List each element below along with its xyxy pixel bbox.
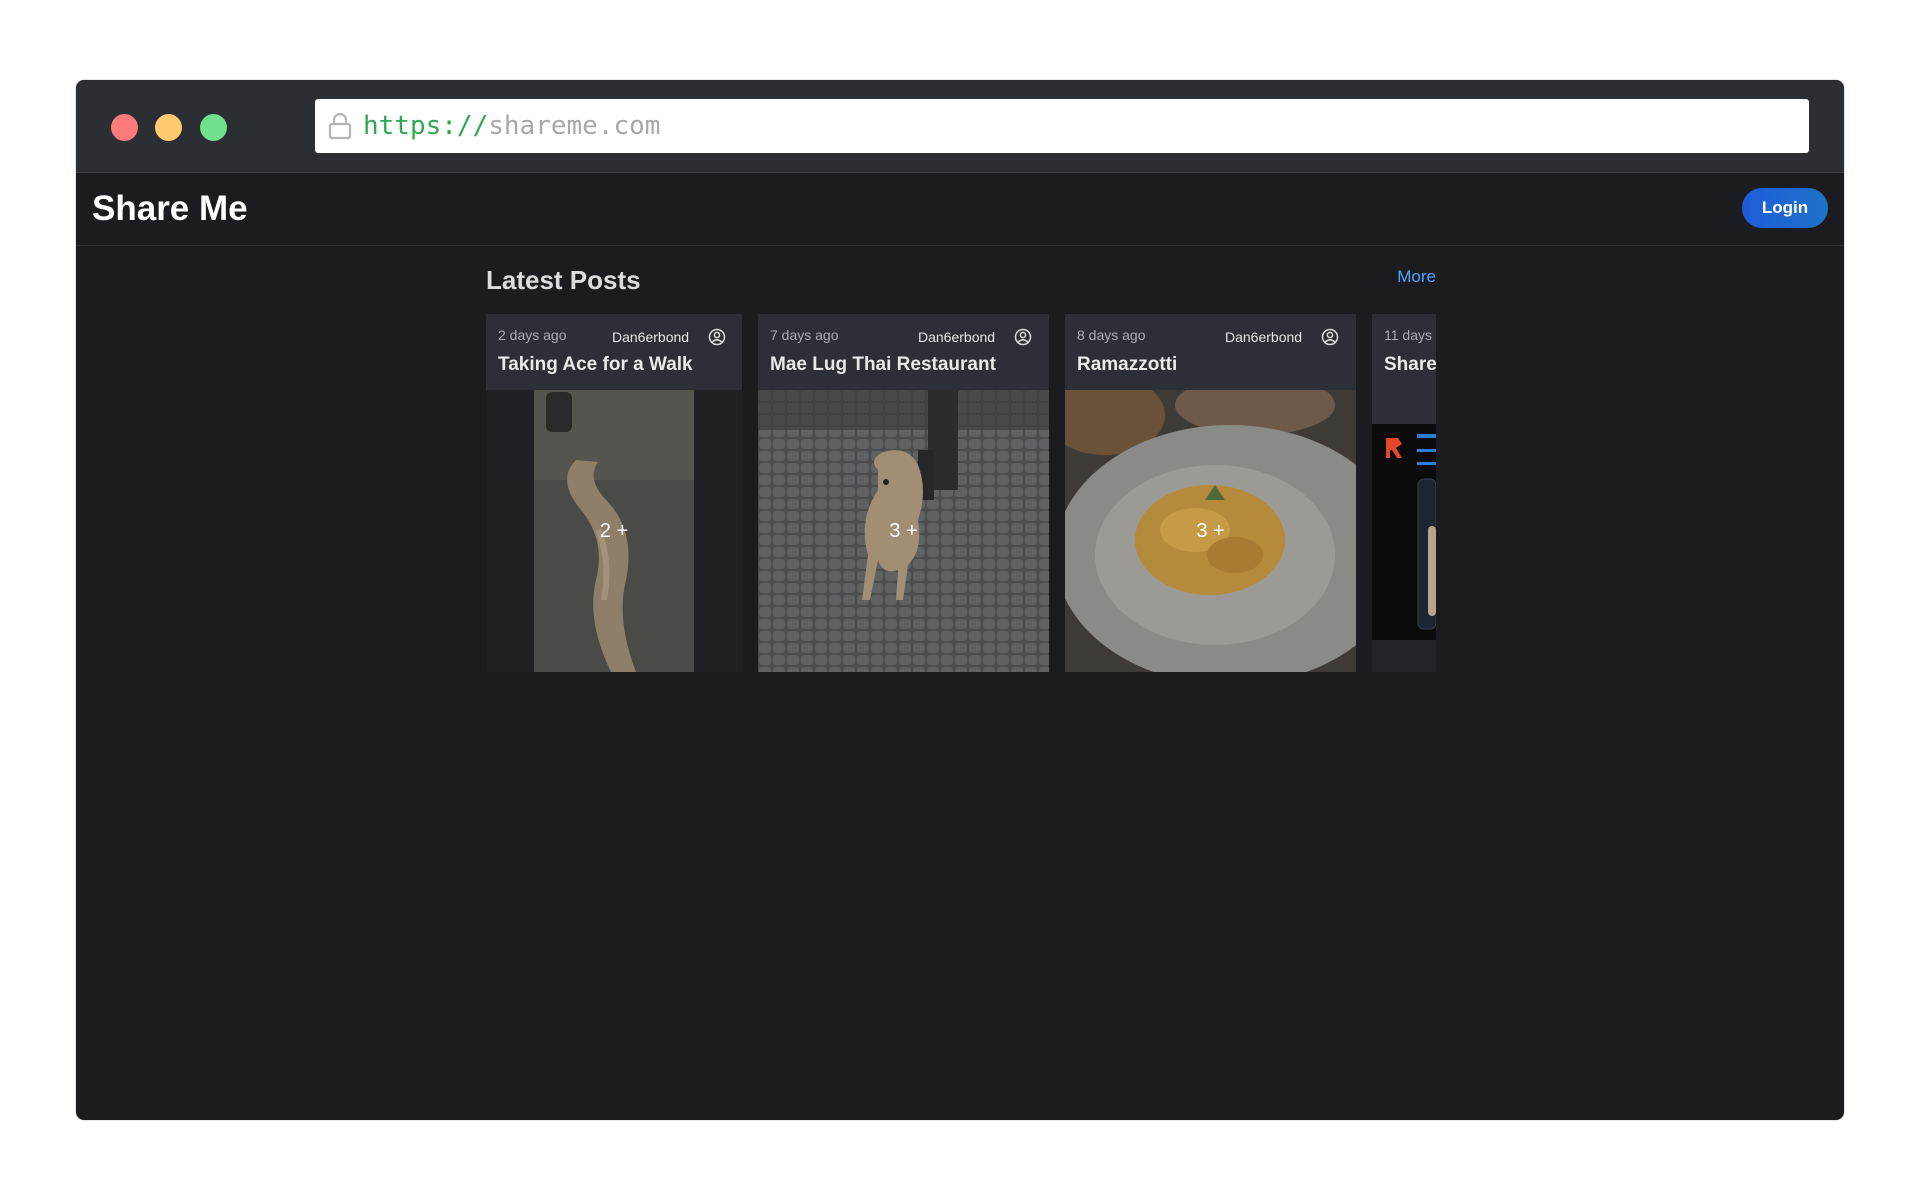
more-link[interactable]: More	[1397, 267, 1436, 287]
post-time: 7 days ago	[770, 327, 839, 343]
post-time: 11 days	[1384, 327, 1432, 343]
image-count-overlay: 3 +	[1196, 519, 1225, 542]
post-title: Taking Ace for a Walk	[498, 354, 693, 375]
post-title: Share	[1384, 354, 1436, 375]
app-header: Share Me Login	[76, 173, 1844, 246]
post-card[interactable]: 2 days ago Dan6erbond Taking Ace for a W…	[486, 314, 742, 672]
post-time: 8 days ago	[1077, 327, 1146, 343]
post-author[interactable]: Dan6erbond	[612, 329, 689, 345]
post-card[interactable]: 7 days ago Dan6erbond Mae Lug Thai Resta…	[758, 314, 1049, 672]
post-author[interactable]: Dan6erbond	[918, 329, 995, 345]
url-scheme: https://	[363, 111, 489, 141]
post-card-header: 8 days ago Dan6erbond Ramazzotti	[1065, 314, 1356, 390]
url-text: https://shareme.com	[363, 111, 660, 141]
post-title: Ramazzotti	[1077, 354, 1178, 375]
close-window-button[interactable]	[111, 114, 138, 141]
post-time: 2 days ago	[498, 327, 567, 343]
browser-window: https://shareme.com Share Me Login Lates…	[76, 80, 1844, 1120]
address-bar[interactable]: https://shareme.com	[315, 99, 1809, 153]
image-count-overlay: 3 +	[889, 519, 918, 542]
app-title: Share Me	[92, 189, 248, 228]
post-card-header: 11 days Share	[1372, 314, 1436, 424]
lock-icon	[328, 112, 352, 140]
post-image	[1372, 424, 1436, 640]
user-circle-icon	[1014, 328, 1032, 346]
image-count-overlay: 2 +	[599, 519, 629, 542]
login-button[interactable]: Login	[1742, 188, 1828, 228]
maximize-window-button[interactable]	[200, 114, 227, 141]
section-title: Latest Posts	[486, 265, 641, 295]
post-author[interactable]: Dan6erbond	[1225, 329, 1302, 345]
latest-posts-section: Latest Posts More 2 days ago Dan6erbond …	[486, 263, 1436, 863]
minimize-window-button[interactable]	[155, 114, 182, 141]
user-circle-icon	[1321, 328, 1339, 346]
post-card[interactable]: 8 days ago Dan6erbond Ramazzotti 3 +	[1065, 314, 1356, 672]
user-circle-icon	[708, 328, 726, 346]
browser-chrome: https://shareme.com	[76, 80, 1844, 173]
post-title: Mae Lug Thai Restaurant	[770, 354, 996, 375]
url-host: shareme.com	[488, 111, 661, 141]
post-card[interactable]: 11 days Share	[1372, 314, 1436, 672]
post-card-header: 7 days ago Dan6erbond Mae Lug Thai Resta…	[758, 314, 1049, 390]
post-card-header: 2 days ago Dan6erbond Taking Ace for a W…	[486, 314, 742, 390]
